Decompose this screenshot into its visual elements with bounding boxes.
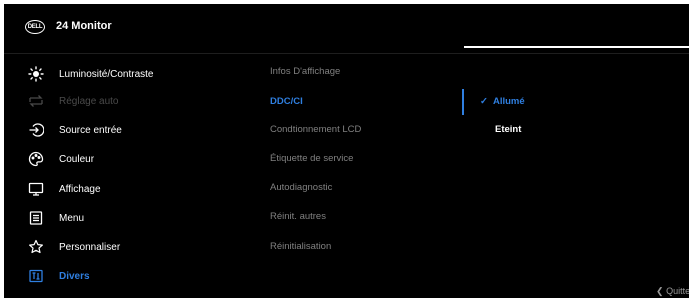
menu-icon <box>28 210 44 226</box>
dell-logo: DELL <box>25 20 45 34</box>
menu-item-label: Menu <box>59 212 85 224</box>
menu-item-label: Luminosité/Contraste <box>59 68 154 80</box>
submenu-self-diagnostic[interactable]: Autodiagnostic <box>270 182 332 193</box>
check-icon: ✓ <box>480 96 488 107</box>
option-label: Eteint <box>495 124 522 135</box>
header-divider <box>4 53 689 54</box>
star-icon <box>28 239 44 255</box>
others-icon <box>28 268 44 284</box>
menu-item-label: Affichage <box>59 183 101 195</box>
menu-item-label: Divers <box>59 270 90 282</box>
osd-header: DELL 24 Monitor <box>4 4 689 44</box>
submenu-display-info[interactable]: Infos D'affichage <box>270 66 340 77</box>
input-source-icon <box>28 122 44 138</box>
menu-item-color[interactable]: Couleur <box>4 148 254 170</box>
menu-item-display[interactable]: Affichage <box>4 178 254 200</box>
menu-item-menu[interactable]: Menu <box>4 207 254 229</box>
brightness-icon <box>28 66 44 82</box>
dell-logo-text: DELL <box>27 24 43 30</box>
chevron-left-icon: ❮ <box>656 286 664 296</box>
menu-item-label: Source entrée <box>59 124 122 136</box>
header-underline <box>464 46 689 48</box>
auto-adjust-icon <box>28 93 44 109</box>
quit-label: Quitte <box>666 286 689 296</box>
menu-item-personalize[interactable]: Personnaliser <box>4 236 254 258</box>
menu-item-brightness-contrast[interactable]: Luminosité/Contraste <box>4 63 254 85</box>
monitor-title: 24 Monitor <box>56 20 112 32</box>
selection-indicator <box>462 89 464 115</box>
color-palette-icon <box>28 151 44 167</box>
osd-window: DELL 24 Monitor Luminosité/Contraste Rég… <box>4 4 689 298</box>
option-off[interactable]: Eteint <box>495 124 521 135</box>
menu-item-auto-adjust: Réglage auto <box>4 90 254 112</box>
submenu-lcd-conditioning[interactable]: Condtionnement LCD <box>270 124 361 135</box>
submenu-service-tag[interactable]: Étiquette de service <box>270 153 353 164</box>
submenu-reset-others[interactable]: Réinit. autres <box>270 211 326 222</box>
menu-item-label: Réglage auto <box>59 95 119 107</box>
option-label: Allumé <box>492 96 525 107</box>
option-on[interactable]: ✓ Allumé <box>480 96 525 107</box>
menu-item-others[interactable]: Divers <box>4 265 254 287</box>
submenu-factory-reset[interactable]: Réinitialisation <box>270 241 331 252</box>
display-icon <box>28 181 44 197</box>
submenu-ddc-ci[interactable]: DDC/CI <box>270 96 303 107</box>
menu-item-label: Personnaliser <box>59 241 121 253</box>
menu-item-label: Couleur <box>59 153 95 165</box>
menu-item-input-source[interactable]: Source entrée <box>4 119 254 141</box>
quit-button[interactable]: ❮ Quitte <box>656 286 689 297</box>
